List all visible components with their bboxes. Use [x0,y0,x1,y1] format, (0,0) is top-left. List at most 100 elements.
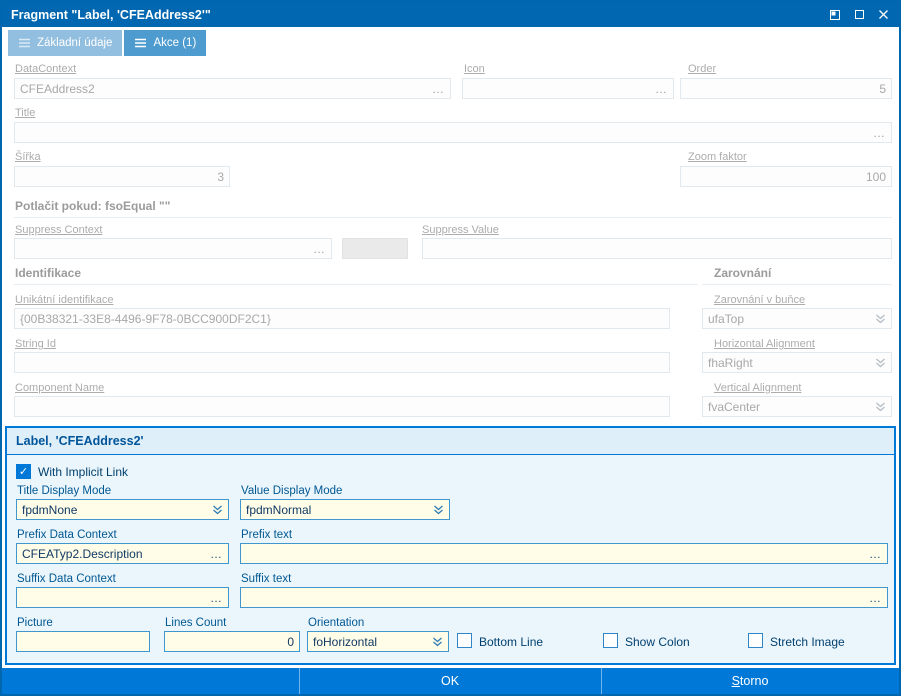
prefix-text-label: Prefix text [241,529,293,541]
fragment-dialog: Fragment "Label, 'CFEAddress2'" Základní… [0,0,901,696]
order-field[interactable]: 5 [680,78,892,99]
dropdown-icon[interactable] [433,504,444,515]
label-properties-panel: Label, 'CFEAddress2' ✓ With Implicit Lin… [5,426,896,665]
value-display-mode-label: Value Display Mode [241,485,343,497]
tab-akce[interactable]: Akce (1) [124,30,207,56]
close-icon[interactable] [871,4,895,26]
prefix-text-field[interactable]: … [240,543,888,564]
panel-header: Label, 'CFEAddress2' [7,428,894,455]
browse-icon[interactable]: … [432,83,445,95]
unikatni-identifikace-field[interactable]: {00B38321-33E8-4496-9F78-0BCC900DF2C1} [14,308,670,329]
suppress-context-label: Suppress Context [15,224,103,236]
prefix-data-context-label: Prefix Data Context [17,529,117,541]
ok-button-label: OK [440,674,460,688]
suppress-group-header: Potlačit pokud: fsoEqual "" [15,199,171,213]
stretch-image-label: Stretch Image [770,635,845,649]
with-implicit-link-checkbox[interactable]: ✓ [16,464,31,479]
dropdown-icon[interactable] [875,313,886,324]
zarovnani-v-bunce-combobox[interactable]: ufaTop [702,308,892,329]
horizontal-alignment-label: Horizontal Alignment [714,338,815,350]
icon-label: Icon [464,63,485,75]
suppress-operator-button[interactable] [342,238,408,259]
icon-field[interactable]: … [462,78,674,99]
sirka-label: Šířka [15,151,41,163]
storno-button-label: torno [739,674,769,688]
value-display-mode-combobox[interactable]: fpdmNormal [240,499,450,520]
stretch-image-checkbox[interactable] [748,633,763,648]
tab-label: Základní údaje [37,37,113,49]
dropdown-icon[interactable] [875,357,886,368]
order-label: Order [688,63,717,75]
string-id-field[interactable] [14,352,670,373]
browse-icon[interactable]: … [210,592,223,604]
suppress-value-field[interactable] [422,238,892,259]
dropdown-icon[interactable] [212,504,223,515]
footer-bar: OK Storno [2,668,899,694]
panel-title: Label, 'CFEAddress2' [16,434,144,448]
sirka-field[interactable]: 3 [14,166,230,187]
storno-button-accel: S [731,674,740,688]
dock-icon[interactable] [823,4,847,26]
browse-icon[interactable]: … [655,83,668,95]
tab-zakladni-udaje[interactable]: Základní údaje [8,30,123,56]
datacontext-value: CFEAddress2 [20,81,95,96]
browse-icon[interactable]: … [313,243,326,255]
component-name-label: Component Name [15,382,105,394]
unikatni-identifikace-label: Unikátní identifikace [15,294,114,306]
lines-count-field[interactable]: 0 [164,631,300,652]
title-display-mode-combobox[interactable]: fpdmNone [16,499,229,520]
orientation-combobox[interactable]: foHorizontal [307,631,449,652]
string-id-label: String Id [15,338,56,350]
orientation-label: Orientation [308,617,365,629]
ok-button[interactable]: OK [299,668,600,694]
suffix-data-context-field[interactable]: … [16,587,229,608]
lines-count-value: 0 [287,634,294,649]
suppress-value-label: Suppress Value [422,224,499,236]
vertical-alignment-combobox[interactable]: fvaCenter [702,396,892,417]
titlebar[interactable]: Fragment "Label, 'CFEAddress2'" [2,2,899,27]
prefix-data-context-field[interactable]: CFEATyp2.Description … [16,543,229,564]
browse-icon[interactable]: … [210,548,223,560]
zoom-faktor-field[interactable]: 100 [680,166,892,187]
orientation-value: foHorizontal [313,634,378,649]
menu-icon [18,38,31,48]
vertical-alignment-value: fvaCenter [708,399,761,414]
component-name-field[interactable] [14,396,670,417]
tab-bar: Základní údaje Akce (1) [8,30,207,56]
divider [702,284,892,285]
divider [14,284,698,285]
picture-field[interactable] [16,631,150,652]
lines-count-label: Lines Count [165,617,227,629]
tab-label: Akce (1) [153,37,197,49]
title-field[interactable]: … [14,122,892,143]
window-controls [823,2,895,27]
divider [14,217,892,218]
zarovnani-v-bunce-value: ufaTop [708,311,745,326]
value-display-mode-value: fpdmNormal [246,502,312,517]
horizontal-alignment-combobox[interactable]: fhaRight [702,352,892,373]
order-value: 5 [879,81,886,96]
window-title: Fragment "Label, 'CFEAddress2'" [11,7,211,22]
picture-label: Picture [17,617,53,629]
suppress-context-field[interactable]: … [14,238,332,259]
storno-button[interactable]: Storno [601,668,898,694]
datacontext-field[interactable]: CFEAddress2 … [14,78,451,99]
zarovnani-header: Zarovnání [714,266,772,280]
dropdown-icon[interactable] [875,401,886,412]
sirka-value: 3 [217,169,224,184]
suffix-data-context-label: Suffix Data Context [17,573,116,585]
maximize-icon[interactable] [847,4,871,26]
browse-icon[interactable]: … [873,127,886,139]
datacontext-label: DataContext [15,63,77,75]
show-colon-label: Show Colon [625,635,690,649]
title-display-mode-label: Title Display Mode [17,485,112,497]
dropdown-icon[interactable] [432,636,443,647]
with-implicit-link-label: With Implicit Link [38,465,129,479]
browse-icon[interactable]: … [869,592,882,604]
browse-icon[interactable]: … [869,548,882,560]
unikatni-identifikace-value: {00B38321-33E8-4496-9F78-0BCC900DF2C1} [20,311,271,326]
suffix-text-field[interactable]: … [240,587,888,608]
identifikace-header: Identifikace [15,266,82,280]
show-colon-checkbox[interactable] [603,633,618,648]
bottom-line-checkbox[interactable] [457,633,472,648]
